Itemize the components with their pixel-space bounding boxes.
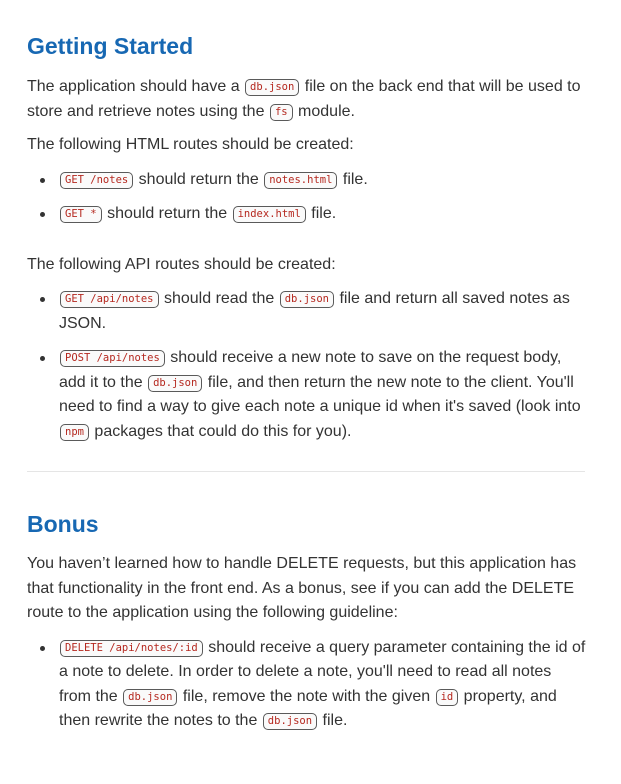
inline-code: db.json <box>262 713 318 730</box>
inline-code: db.json <box>148 374 203 392</box>
inline-code: id <box>435 688 459 706</box>
getting-started-intro: The application should have a db.json fi… <box>27 78 581 121</box>
inline-code: index.html <box>232 206 306 223</box>
inline-code: db.json <box>123 688 178 706</box>
bonus-routes-list: DELETE /api/notes/:id should receive a q… <box>27 636 586 734</box>
html-routes-list: GET /notes should return the notes.html … <box>27 168 586 227</box>
section-divider <box>27 471 585 472</box>
inline-code: fs <box>269 103 293 121</box>
inline-code: GET /notes <box>60 171 134 189</box>
getting-started-heading: Getting Started <box>27 33 194 59</box>
list-item: DELETE /api/notes/:id should receive a q… <box>40 636 586 734</box>
api-routes-list: GET /api/notes should read the db.json f… <box>27 287 586 444</box>
inline-code: notes.html <box>264 171 338 189</box>
api-routes-label: The following API routes should be creat… <box>27 255 336 273</box>
readme-document: Getting Started The application should h… <box>0 0 621 784</box>
list-item: GET * should return the index.html file. <box>40 202 586 227</box>
list-item: GET /api/notes should read the db.json f… <box>40 287 586 336</box>
list-item: GET /notes should return the notes.html … <box>40 168 586 193</box>
inline-code: DELETE /api/notes/:id <box>60 639 203 657</box>
inline-code: GET * <box>60 206 102 223</box>
inline-code: GET /api/notes <box>60 291 159 308</box>
bonus-heading: Bonus <box>27 511 99 537</box>
inline-code: npm <box>60 423 89 441</box>
bonus-intro: You haven’t learned how to handle DELETE… <box>27 555 577 621</box>
inline-code: POST /api/notes <box>60 350 165 367</box>
list-item: POST /api/notes should receive a new not… <box>40 346 586 444</box>
html-routes-label: The following HTML routes should be crea… <box>27 136 354 153</box>
inline-code: db.json <box>245 79 300 96</box>
inline-code: db.json <box>279 291 334 308</box>
